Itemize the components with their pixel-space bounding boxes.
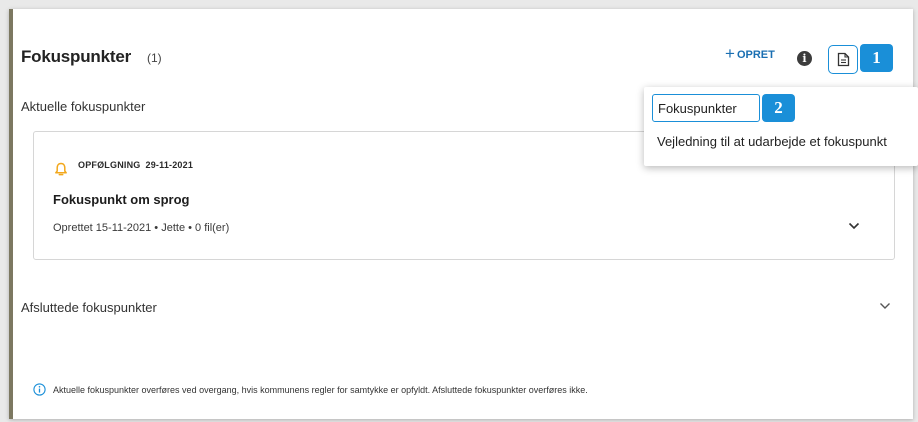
chevron-down-icon[interactable] (848, 222, 860, 230)
closed-section-label[interactable]: Afsluttede fokuspunkter (21, 300, 157, 315)
current-section-label: Aktuelle fokuspunkter (21, 99, 146, 114)
fokuspunkt-meta: Oprettet 15-11-2021 • Jette • 0 fil(er) (53, 222, 230, 234)
create-button-label: OPRET (736, 49, 775, 61)
fokuspunkt-title: Fokuspunkt om sprog (53, 192, 190, 207)
page-title: Fokuspunkter (21, 47, 132, 66)
plus-icon: + (725, 44, 735, 63)
status-badge: OPFØLGNING 29-11-2021 (78, 160, 193, 170)
fokuspunkter-count: (1) (147, 51, 162, 65)
info-icon[interactable]: i (797, 51, 812, 66)
footnote: Aktuelle fokuspunkter overføres ved over… (33, 383, 588, 396)
document-button[interactable] (828, 45, 858, 74)
status-date: 29-11-2021 (145, 160, 194, 170)
menu-item-vejledning[interactable]: Vejledning til at udarbejde et fokuspunk… (657, 134, 887, 149)
footnote-text: Aktuelle fokuspunkter overføres ved over… (53, 384, 588, 395)
callout-badge-2: 2 (762, 94, 795, 122)
create-button[interactable]: + OPRET (725, 44, 775, 63)
info-circle-icon (33, 383, 46, 396)
document-icon (837, 52, 849, 67)
callout-badge-1: 1 (860, 44, 893, 72)
status-label: OPFØLGNING (78, 160, 141, 170)
bell-icon (55, 162, 67, 176)
chevron-down-icon[interactable] (879, 302, 891, 310)
menu-item-fokuspunkter[interactable]: Fokuspunkter (652, 94, 760, 122)
